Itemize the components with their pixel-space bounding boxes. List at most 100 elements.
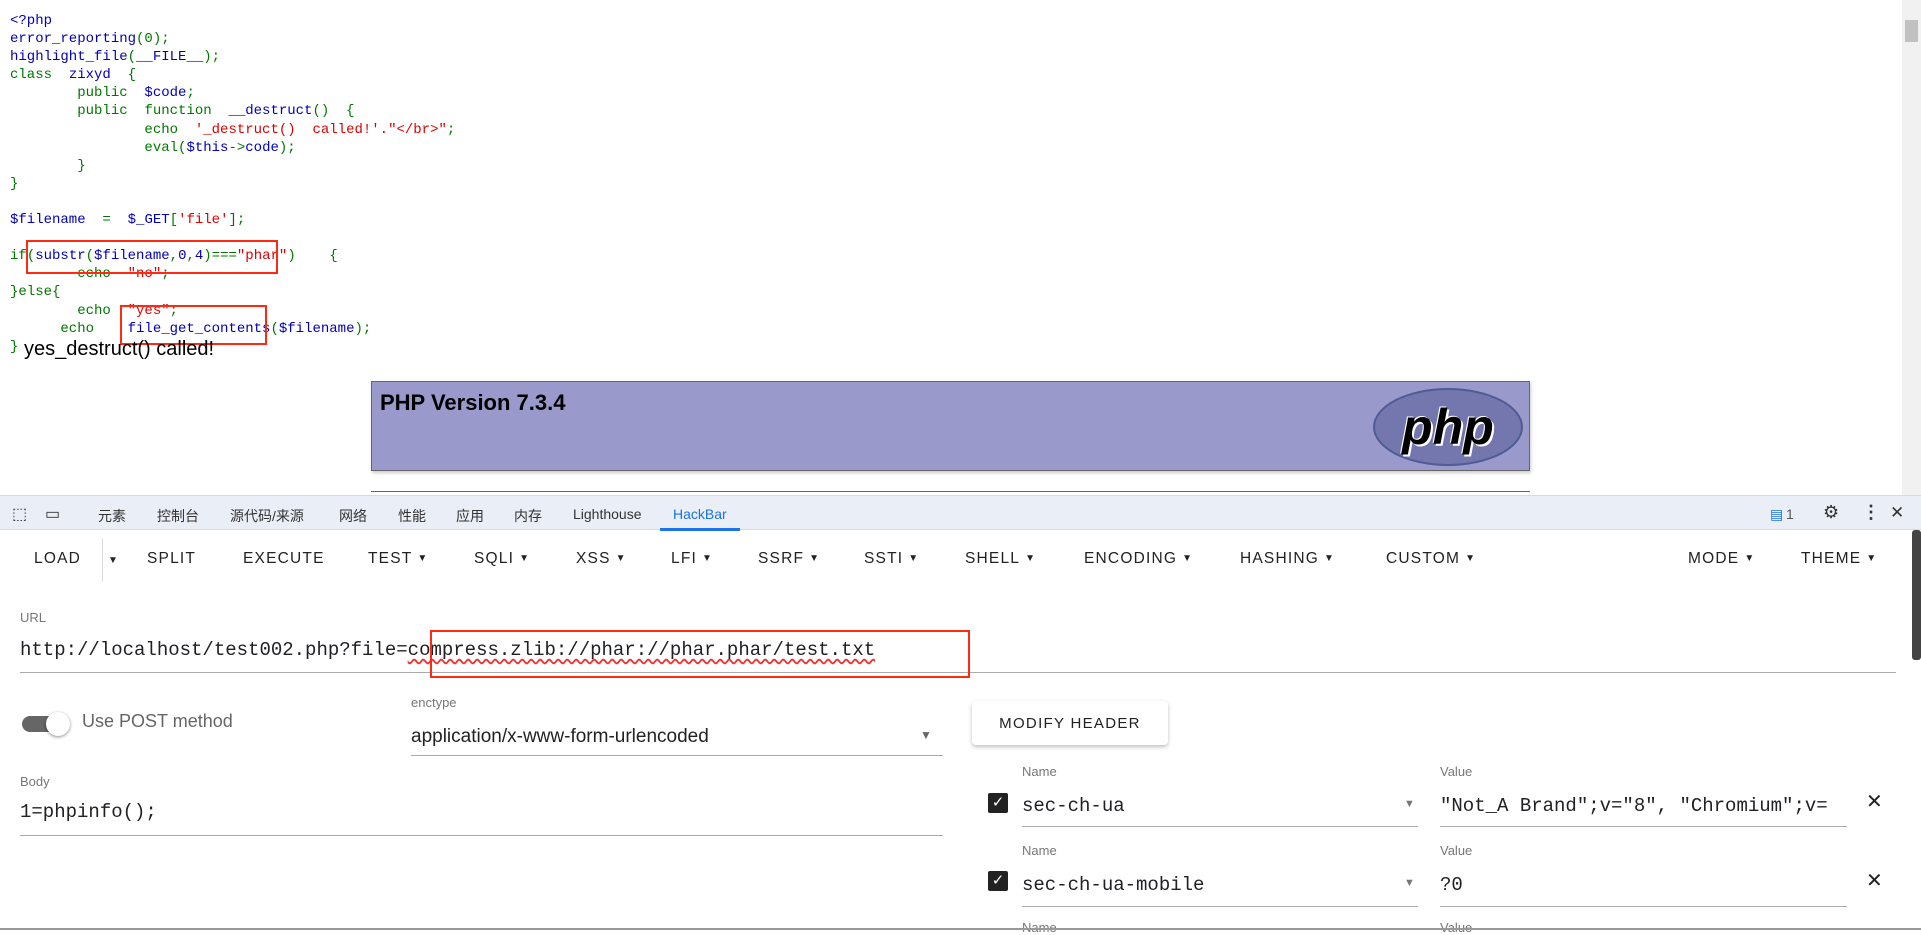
header-name-dropdown-caret-icon[interactable]: ▼: [1404, 877, 1415, 889]
code-line: error_reporting(0);: [10, 30, 455, 48]
test-menu[interactable]: TEST ▼: [368, 550, 429, 568]
caret-down-icon: ▼: [417, 553, 429, 564]
hashing-menu[interactable]: HASHING ▼: [1240, 550, 1335, 568]
tab-performance[interactable]: 性能: [398, 506, 426, 526]
caret-down-icon: ▼: [908, 553, 920, 564]
body-underline: [20, 835, 943, 836]
enctype-select[interactable]: application/x-www-form-urlencoded: [411, 726, 709, 748]
enctype-dropdown-caret-icon[interactable]: ▼: [920, 728, 932, 742]
lfi-menu[interactable]: LFI ▼: [671, 550, 713, 568]
devtools-scrollbar[interactable]: [1912, 530, 1921, 660]
header-value-input[interactable]: ?0: [1440, 874, 1463, 896]
caret-down-icon: ▼: [519, 553, 531, 564]
encoding-menu[interactable]: ENCODING ▼: [1084, 550, 1193, 568]
tab-lighthouse[interactable]: Lighthouse: [573, 506, 642, 522]
ssti-menu[interactable]: SSTI ▼: [864, 550, 919, 568]
tab-memory[interactable]: 内存: [514, 506, 542, 526]
issues-count[interactable]: 1: [1786, 506, 1794, 522]
body-input[interactable]: 1=phpinfo();: [20, 801, 157, 823]
code-token: public function: [10, 103, 229, 120]
code-token: error_reporting: [10, 31, 137, 48]
settings-gear-icon[interactable]: ⚙: [1823, 502, 1839, 523]
header-name-dropdown-caret-icon[interactable]: ▼: [1404, 798, 1415, 810]
code-token: }: [10, 338, 19, 355]
code-token: (0);: [136, 31, 170, 48]
code-token: );: [278, 139, 296, 156]
code-token: $filename: [10, 212, 103, 229]
post-method-toggle-knob[interactable]: [46, 712, 70, 736]
devtools-tabbar: ⬚ ▭ 元素 控制台 源代码/来源 网络 性能 应用 内存 Lighthouse…: [0, 495, 1921, 531]
code-token: if: [10, 248, 27, 265]
code-token: $code: [144, 85, 187, 102]
split-button[interactable]: SPLIT: [147, 550, 196, 568]
page-scrollbar[interactable]: [1902, 0, 1921, 495]
mode-menu[interactable]: MODE ▼: [1688, 550, 1755, 568]
code-token: );: [203, 49, 221, 66]
header-value-label: Value: [1440, 764, 1473, 779]
code-line: public $code;: [10, 84, 455, 102]
caret-down-icon: ▼: [615, 553, 627, 564]
load-dropdown-caret-icon[interactable]: ▼: [108, 555, 119, 566]
code-token: }: [10, 175, 19, 192]
enctype-underline: [411, 755, 943, 756]
url-label: URL: [20, 610, 47, 625]
shell-menu[interactable]: SHELL ▼: [965, 550, 1036, 568]
hackbar-toolbar: LOAD ▼ SPLIT EXECUTE TEST ▼ SQLI ▼ XSS ▼ LF…: [0, 530, 1921, 590]
more-options-icon[interactable]: ⋮: [1862, 502, 1880, 523]
header-enabled-checkbox[interactable]: ✓: [988, 871, 1008, 891]
code-token: {: [127, 67, 137, 84]
code-token: <?php: [10, 13, 53, 29]
tab-network[interactable]: 网络: [339, 506, 367, 526]
close-devtools-icon[interactable]: ✕: [1890, 503, 1904, 523]
phpinfo-header: PHP Version 7.3.4 php: [371, 381, 1530, 471]
header-value-input[interactable]: "Not_A Brand";v="8", "Chromium";v=: [1440, 795, 1847, 817]
annotation-box-url: [430, 630, 970, 678]
caret-down-icon: ▼: [809, 553, 821, 564]
header-value-underline: [1440, 906, 1847, 907]
ssrf-menu[interactable]: SSRF ▼: [758, 550, 820, 568]
header-value-underline: [1440, 826, 1847, 827]
execute-button[interactable]: EXECUTE: [243, 550, 325, 568]
code-token: __FILE__: [136, 49, 204, 66]
divider: [102, 538, 103, 582]
code-token: ;: [446, 121, 456, 138]
tab-sources[interactable]: 源代码/来源: [230, 506, 304, 526]
custom-menu[interactable]: CUSTOM ▼: [1386, 550, 1476, 568]
code-line: $filename = $_GET['file'];: [10, 211, 455, 229]
header-name-input[interactable]: sec-ch-ua: [1022, 795, 1125, 817]
issues-icon[interactable]: ▤: [1770, 506, 1783, 523]
code-line: eval($this->code);: [10, 139, 455, 157]
header-value-label: Value: [1440, 843, 1473, 858]
tab-hackbar[interactable]: HackBar: [673, 506, 727, 522]
tab-console[interactable]: 控制台: [157, 506, 199, 526]
header-name-label: Name: [1022, 764, 1057, 779]
code-line: }: [10, 175, 455, 193]
caret-down-icon: ▼: [702, 553, 714, 564]
theme-menu[interactable]: THEME ▼: [1801, 550, 1877, 568]
php-logo: php: [1373, 388, 1523, 466]
inspect-element-icon[interactable]: ⬚: [12, 504, 27, 524]
caret-down-icon: ▼: [1324, 553, 1336, 564]
header-enabled-checkbox[interactable]: ✓: [988, 793, 1008, 813]
sqli-menu[interactable]: SQLI ▼: [474, 550, 530, 568]
tab-application[interactable]: 应用: [456, 506, 484, 526]
code-line: public function __destruct() {: [10, 102, 455, 120]
code-line: <?php: [10, 12, 455, 30]
modify-header-button[interactable]: MODIFY HEADER: [972, 701, 1168, 745]
remove-header-icon[interactable]: ✕: [1866, 789, 1883, 814]
code-token: echo: [10, 320, 128, 337]
load-button[interactable]: LOAD: [34, 550, 81, 568]
tab-elements[interactable]: 元素: [98, 506, 126, 526]
code-token: ];: [228, 212, 246, 229]
code-token: $filename: [278, 320, 355, 337]
code-token: eval: [10, 139, 179, 156]
xss-menu[interactable]: XSS ▼: [576, 550, 627, 568]
remove-header-icon[interactable]: ✕: [1866, 868, 1883, 893]
device-toolbar-icon[interactable]: ▭: [45, 504, 60, 524]
page-scrollbar-thumb[interactable]: [1905, 20, 1918, 42]
code-token: highlight_file: [10, 49, 128, 66]
post-method-label: Use POST method: [82, 711, 233, 731]
code-token: 'file': [178, 212, 229, 229]
code-token: public: [10, 85, 145, 102]
header-name-input[interactable]: sec-ch-ua-mobile: [1022, 874, 1204, 896]
